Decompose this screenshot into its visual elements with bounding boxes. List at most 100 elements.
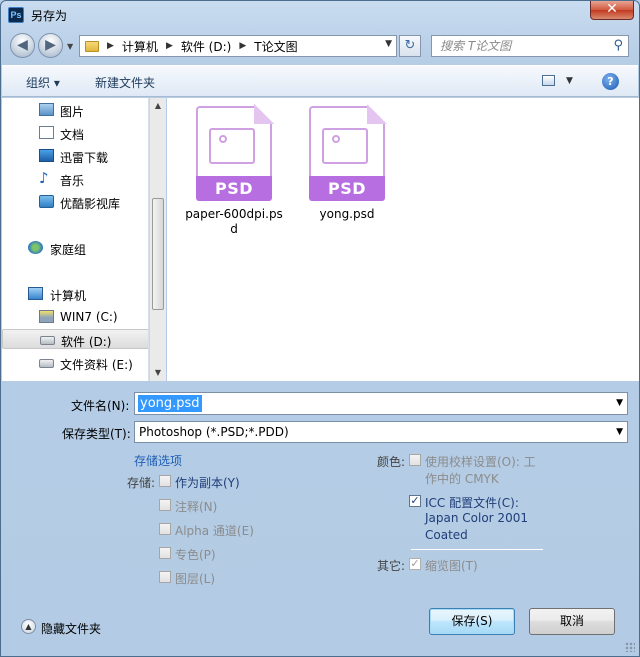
- sidebar-item-drive-d[interactable]: 软件 (D:): [2, 329, 148, 349]
- annotations-label: 注释(N): [175, 500, 218, 514]
- sidebar-item-label: 图片: [60, 105, 85, 119]
- spot-colors-label: 专色(P): [175, 548, 216, 562]
- sidebar-item-label: 迅雷下载: [60, 151, 109, 165]
- homegroup-icon: [28, 241, 43, 254]
- navigation-scrollbar[interactable]: ▲ ▼: [149, 98, 166, 381]
- address-bar[interactable]: ▶ 计算机 ▶ 软件 (D:) ▶ T论文图 ▼: [79, 35, 397, 57]
- layers-label: 图层(L): [175, 572, 216, 586]
- new-folder-button[interactable]: 新建文件夹: [95, 74, 155, 91]
- thumbnail-checkbox: ✓: [409, 558, 421, 570]
- folder-icon: [85, 40, 99, 52]
- file-name: yong.psd: [319, 207, 375, 221]
- psd-file-icon: PSD: [196, 104, 274, 201]
- psd-badge: PSD: [196, 176, 272, 201]
- arrow-left-icon: ◀: [17, 37, 28, 53]
- music-icon: ♪: [39, 169, 49, 187]
- spot-colors-checkbox: [159, 547, 171, 559]
- filetype-label: 保存类型(T):: [62, 427, 131, 441]
- help-icon[interactable]: ?: [602, 73, 619, 90]
- drive-icon: [39, 359, 54, 368]
- cancel-button[interactable]: 取消: [529, 608, 615, 635]
- chevron-right-icon[interactable]: ▶: [107, 41, 114, 51]
- filename-input[interactable]: yong.psd ▼: [134, 392, 628, 415]
- thumbnail-label: 缩览图(T): [425, 559, 478, 573]
- sun-icon: [219, 135, 227, 143]
- sidebar-item-homegroup[interactable]: 家庭组: [2, 238, 148, 258]
- sidebar-item-pictures[interactable]: 图片: [2, 100, 148, 120]
- other-label: 其它:: [377, 559, 406, 573]
- recent-locations-dropdown[interactable]: ▼: [67, 42, 73, 51]
- sidebar-item-label: 文件资料 (E:): [60, 358, 133, 372]
- arrow-right-icon: ▶: [45, 37, 56, 53]
- view-icon[interactable]: [542, 75, 555, 86]
- filename-label: 文件名(N):: [71, 399, 130, 413]
- sidebar-item-documents[interactable]: 文档: [2, 123, 148, 143]
- chevron-down-icon[interactable]: ▼: [566, 76, 573, 86]
- chevron-right-icon[interactable]: ▶: [239, 41, 246, 51]
- icc-profile-label[interactable]: ICC 配置文件(C):: [425, 494, 519, 511]
- ps-icon: Ps: [8, 7, 24, 23]
- documents-icon: [39, 126, 54, 139]
- search-icon[interactable]: ⚲: [613, 38, 623, 53]
- chevron-down-icon[interactable]: ▼: [616, 398, 623, 408]
- filetype-select[interactable]: Photoshop (*.PSD;*.PDD) ▼: [134, 421, 628, 443]
- hide-folders-button[interactable]: 隐藏文件夹: [41, 620, 101, 637]
- sidebar-item-drive-c[interactable]: WIN7 (C:): [2, 307, 148, 327]
- sidebar-item-music[interactable]: ♪ 音乐: [2, 169, 148, 189]
- icc-profile-name-line2: Coated: [425, 528, 468, 542]
- filename-value[interactable]: yong.psd: [138, 395, 202, 412]
- sidebar-item-label: 计算机: [50, 289, 87, 303]
- color-label: 颜色:: [377, 455, 406, 469]
- as-copy-checkbox[interactable]: [159, 475, 171, 487]
- breadcrumb-computer[interactable]: 计算机: [122, 38, 158, 55]
- divider: [411, 549, 543, 550]
- chevron-right-icon[interactable]: ▶: [166, 41, 173, 51]
- file-list[interactable]: PSD paper-600dpi.psd PSD yong.psd: [167, 98, 639, 381]
- title-bar[interactable]: Ps 另存为 ✕: [1, 1, 639, 29]
- alpha-channels-label: Alpha 通道(E): [175, 524, 254, 538]
- drive-c-icon: [39, 310, 54, 323]
- resize-grip-icon[interactable]: [625, 642, 635, 652]
- video-library-icon: [39, 195, 54, 208]
- sidebar-item-thunder-download[interactable]: 迅雷下载: [2, 146, 148, 166]
- chevron-down-icon[interactable]: ▼: [616, 427, 623, 437]
- refresh-icon: ↻: [404, 38, 416, 53]
- proof-setup-label-line2: 作中的 CMYK: [425, 472, 499, 486]
- search-box[interactable]: ⚲: [431, 35, 629, 57]
- address-row: ◀ ▶ ▼ ▶ 计算机 ▶ 软件 (D:) ▶ T论文图 ▼ ↻ ⚲: [1, 29, 639, 63]
- breadcrumb-drive-d[interactable]: 软件 (D:): [181, 38, 231, 55]
- file-item[interactable]: PSD yong.psd: [297, 104, 397, 222]
- storage-label: 存储:: [127, 476, 156, 490]
- save-options-link[interactable]: 存储选项: [134, 452, 182, 469]
- scroll-thumb[interactable]: [152, 198, 164, 310]
- close-button[interactable]: ✕: [590, 1, 634, 20]
- filetype-value: Photoshop (*.PSD;*.PDD): [139, 425, 289, 439]
- sidebar-item-video-library[interactable]: 优酷影视库: [2, 192, 148, 212]
- psd-fold: [367, 104, 387, 124]
- organize-button[interactable]: 组织 ▾: [26, 74, 60, 91]
- sidebar-item-computer[interactable]: 计算机: [2, 284, 148, 304]
- icc-profile-checkbox[interactable]: ✓: [409, 495, 421, 507]
- scroll-up-icon[interactable]: ▲: [150, 98, 166, 114]
- image-icon: [322, 128, 368, 164]
- search-input[interactable]: [432, 36, 602, 56]
- file-item[interactable]: PSD paper-600dpi.psd: [184, 104, 284, 237]
- collapse-icon[interactable]: ▲: [21, 619, 36, 634]
- refresh-button[interactable]: ↻: [399, 35, 421, 57]
- computer-icon: [28, 287, 43, 300]
- as-copy-label[interactable]: 作为副本(Y): [175, 474, 240, 491]
- chevron-down-icon[interactable]: ▼: [385, 39, 392, 49]
- sidebar-item-label: WIN7 (C:): [60, 310, 118, 324]
- sidebar-item-label: 软件 (D:): [61, 335, 112, 349]
- sidebar-item-drive-e[interactable]: 文件资料 (E:): [2, 353, 148, 373]
- breadcrumb-folder[interactable]: T论文图: [254, 38, 297, 55]
- back-button[interactable]: ◀: [10, 33, 35, 58]
- scroll-down-icon[interactable]: ▼: [150, 365, 166, 381]
- layers-checkbox: [159, 571, 171, 583]
- image-icon: [209, 128, 255, 164]
- save-button[interactable]: 保存(S): [429, 608, 515, 635]
- navigation-pane[interactable]: 图片 文档 迅雷下载 ♪ 音乐 优酷影视库 家庭组 计算机 WIN7 (C:): [2, 98, 149, 381]
- command-bar: 组织 ▾ 新建文件夹 ▼ ?: [2, 65, 638, 97]
- window-title: 另存为: [31, 9, 68, 23]
- forward-button[interactable]: ▶: [38, 33, 63, 58]
